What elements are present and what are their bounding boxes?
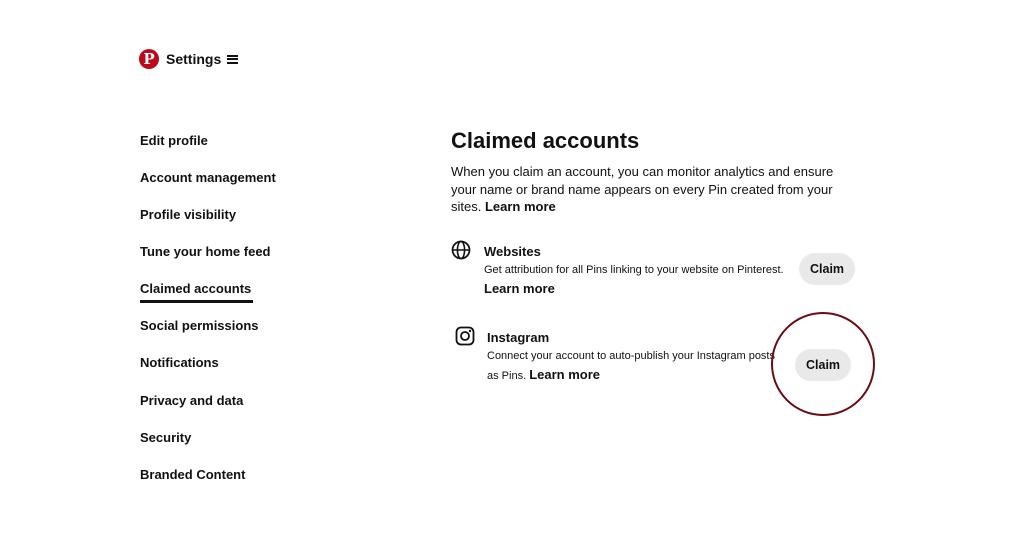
instagram-icon xyxy=(455,326,475,346)
highlight-annotation-circle xyxy=(771,312,875,416)
sidebar-item-profile-visibility[interactable]: Profile visibility xyxy=(140,207,236,222)
sidebar-item-security[interactable]: Security xyxy=(140,430,191,445)
instagram-description: Connect your account to auto-publish you… xyxy=(487,348,779,385)
sidebar-item-privacy-and-data[interactable]: Privacy and data xyxy=(140,393,243,408)
websites-name: Websites xyxy=(484,244,541,259)
pinterest-logo-icon[interactable]: P xyxy=(139,49,159,69)
sidebar-item-tune-home-feed[interactable]: Tune your home feed xyxy=(140,244,271,259)
websites-claim-button[interactable]: Claim xyxy=(799,253,856,285)
sidebar-item-account-management[interactable]: Account management xyxy=(140,170,276,185)
sidebar-item-notifications[interactable]: Notifications xyxy=(140,355,219,370)
header: P Settings xyxy=(139,49,239,69)
sidebar-item-branded-content[interactable]: Branded Content xyxy=(140,467,245,482)
intro-learn-more-link[interactable]: Learn more xyxy=(485,199,556,214)
menu-icon[interactable] xyxy=(227,54,239,65)
settings-title: Settings xyxy=(166,51,222,67)
sidebar-item-claimed-accounts[interactable]: Claimed accounts xyxy=(140,281,254,303)
instagram-learn-more-link[interactable]: Learn more xyxy=(529,367,600,382)
intro-text: When you claim an account, you can monit… xyxy=(451,163,846,216)
globe-icon xyxy=(451,240,471,260)
page-title: Claimed accounts xyxy=(451,128,640,153)
websites-description-text: Get attribution for all Pins linking to … xyxy=(484,264,784,276)
sidebar-item-social-permissions[interactable]: Social permissions xyxy=(140,318,259,333)
sidebar-item-edit-profile[interactable]: Edit profile xyxy=(140,133,208,148)
websites-description: Get attribution for all Pins linking to … xyxy=(484,262,784,299)
instagram-name: Instagram xyxy=(487,330,550,345)
websites-learn-more-link[interactable]: Learn more xyxy=(484,281,555,296)
